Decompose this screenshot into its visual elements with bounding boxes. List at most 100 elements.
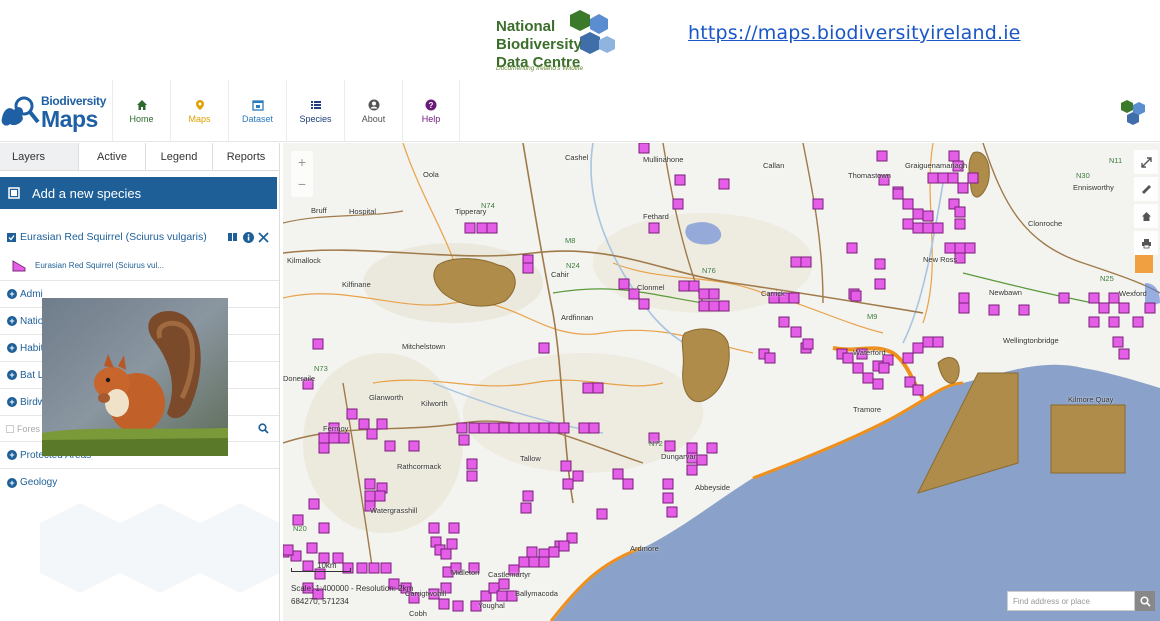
species-record-cell[interactable] bbox=[384, 440, 396, 452]
species-record-cell[interactable] bbox=[902, 198, 914, 210]
search-icon[interactable] bbox=[258, 423, 269, 434]
species-record-cell[interactable] bbox=[1108, 292, 1120, 304]
species-record-cell[interactable] bbox=[922, 210, 934, 222]
species-record-cell[interactable] bbox=[1088, 292, 1100, 304]
species-record-cell[interactable] bbox=[582, 382, 594, 394]
species-record-cell[interactable] bbox=[686, 464, 698, 476]
species-record-cell[interactable] bbox=[988, 304, 1000, 316]
nav-help[interactable]: ? Help bbox=[402, 80, 460, 142]
species-record-cell[interactable] bbox=[718, 178, 730, 190]
nav-dataset[interactable]: Dataset bbox=[228, 80, 286, 142]
species-record-cell[interactable] bbox=[957, 182, 969, 194]
species-record-cell[interactable] bbox=[664, 440, 676, 452]
species-record-cell[interactable] bbox=[788, 292, 800, 304]
species-record-cell[interactable] bbox=[562, 478, 574, 490]
species-record-cell[interactable] bbox=[318, 522, 330, 534]
species-record-cell[interactable] bbox=[486, 222, 498, 234]
species-record-cell[interactable] bbox=[572, 470, 584, 482]
species-record-cell[interactable] bbox=[452, 600, 464, 612]
species-record-cell[interactable] bbox=[708, 288, 720, 300]
species-record-cell[interactable] bbox=[408, 440, 420, 452]
species-record-cell[interactable] bbox=[558, 422, 570, 434]
species-record-cell[interactable] bbox=[638, 143, 650, 154]
species-record-cell[interactable] bbox=[1108, 316, 1120, 328]
nav-maps[interactable]: Maps bbox=[170, 80, 228, 142]
species-record-cell[interactable] bbox=[944, 242, 956, 254]
measure-button[interactable] bbox=[1134, 177, 1158, 201]
species-record-cell[interactable] bbox=[662, 478, 674, 490]
species-record-cell[interactable] bbox=[476, 222, 488, 234]
species-record-cell[interactable] bbox=[318, 432, 330, 444]
species-record-cell[interactable] bbox=[892, 188, 904, 200]
nav-about[interactable]: About bbox=[344, 80, 402, 142]
species-record-cell[interactable] bbox=[912, 208, 924, 220]
book-icon[interactable] bbox=[228, 232, 238, 242]
species-record-cell[interactable] bbox=[508, 422, 520, 434]
species-record-cell[interactable] bbox=[558, 540, 570, 552]
species-record-cell[interactable] bbox=[878, 362, 890, 374]
species-record-cell[interactable] bbox=[374, 490, 386, 502]
fullscreen-button[interactable] bbox=[1134, 150, 1158, 174]
species-record-cell[interactable] bbox=[927, 172, 939, 184]
species-record-cell[interactable] bbox=[596, 508, 608, 520]
species-record-cell[interactable] bbox=[496, 590, 508, 602]
species-record-cell[interactable] bbox=[538, 556, 550, 568]
tab-active[interactable]: Active bbox=[79, 143, 146, 170]
species-record-cell[interactable] bbox=[800, 256, 812, 268]
species-record-cell[interactable] bbox=[488, 422, 500, 434]
species-record-cell[interactable] bbox=[1112, 336, 1124, 348]
species-record-cell[interactable] bbox=[376, 418, 388, 430]
species-record-cell[interactable] bbox=[466, 470, 478, 482]
species-record-cell[interactable] bbox=[448, 522, 460, 534]
species-record-cell[interactable] bbox=[456, 422, 468, 434]
species-record-cell[interactable] bbox=[622, 478, 634, 490]
species-record-cell[interactable] bbox=[380, 562, 392, 574]
species-record-cell[interactable] bbox=[478, 422, 490, 434]
species-layer-title[interactable]: Eurasian Red Squirrel (Sciurus vulgaris) bbox=[20, 231, 207, 243]
species-record-cell[interactable] bbox=[440, 548, 452, 560]
species-record-cell[interactable] bbox=[698, 288, 710, 300]
species-record-cell[interactable] bbox=[954, 206, 966, 218]
species-record-cell[interactable] bbox=[328, 432, 340, 444]
species-record-cell[interactable] bbox=[1118, 348, 1130, 360]
species-record-cell[interactable] bbox=[672, 198, 684, 210]
species-record-cell[interactable] bbox=[958, 292, 970, 304]
species-record-cell[interactable] bbox=[1098, 302, 1110, 314]
species-record-cell[interactable] bbox=[948, 150, 960, 162]
tab-layers[interactable]: Layers bbox=[0, 143, 79, 170]
address-search-input[interactable]: Find address or place bbox=[1007, 591, 1135, 611]
nbdc-small-logo-icon[interactable] bbox=[1117, 98, 1149, 128]
species-record-cell[interactable] bbox=[638, 298, 650, 310]
species-record-cell[interactable] bbox=[790, 326, 802, 338]
species-record-cell[interactable] bbox=[964, 242, 976, 254]
species-record-cell[interactable] bbox=[912, 222, 924, 234]
map-view[interactable]: Mullinahone Callan Graiguenamanagh Cashe… bbox=[283, 143, 1160, 621]
species-record-cell[interactable] bbox=[932, 336, 944, 348]
species-record-cell[interactable] bbox=[812, 198, 824, 210]
species-record-cell[interactable] bbox=[932, 222, 944, 234]
nav-home[interactable]: Home bbox=[112, 80, 170, 142]
species-record-cell[interactable] bbox=[912, 342, 924, 354]
map-canvas[interactable] bbox=[283, 143, 1160, 621]
species-record-cell[interactable] bbox=[522, 262, 534, 274]
species-record-cell[interactable] bbox=[560, 460, 572, 472]
tab-reports[interactable]: Reports bbox=[213, 143, 279, 170]
species-record-cell[interactable] bbox=[872, 378, 884, 390]
species-record-cell[interactable] bbox=[1132, 316, 1144, 328]
species-record-cell[interactable] bbox=[366, 428, 378, 440]
species-record-cell[interactable] bbox=[852, 362, 864, 374]
species-record-cell[interactable] bbox=[1144, 302, 1156, 314]
species-record-cell[interactable] bbox=[306, 542, 318, 554]
biodiversity-maps-logo[interactable]: Biodiversity Maps bbox=[0, 90, 108, 134]
species-record-cell[interactable] bbox=[1018, 304, 1030, 316]
species-record-cell[interactable] bbox=[874, 258, 886, 270]
species-record-cell[interactable] bbox=[902, 352, 914, 364]
species-record-cell[interactable] bbox=[662, 492, 674, 504]
species-record-cell[interactable] bbox=[922, 222, 934, 234]
species-record-cell[interactable] bbox=[688, 280, 700, 292]
species-record-cell[interactable] bbox=[678, 280, 690, 292]
species-record-cell[interactable] bbox=[520, 502, 532, 514]
zoom-out-button[interactable]: − bbox=[291, 173, 313, 195]
species-record-cell[interactable] bbox=[922, 336, 934, 348]
species-record-cell[interactable] bbox=[458, 434, 470, 446]
